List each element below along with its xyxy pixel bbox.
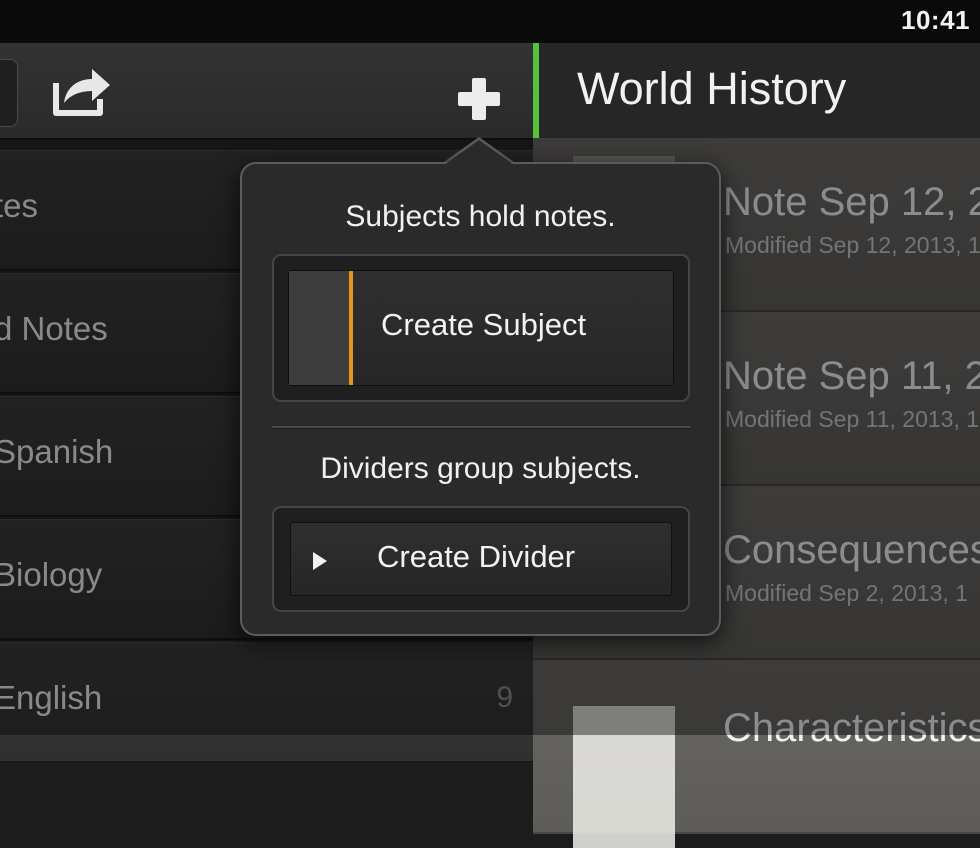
status-bar: 10:41 — [0, 0, 980, 43]
share-button[interactable] — [50, 61, 114, 117]
share-icon — [53, 69, 110, 116]
subject-color-stripe — [349, 271, 353, 385]
subject-title: World History — [577, 63, 847, 114]
create-subject-button[interactable]: Create Subject — [288, 270, 674, 386]
create-divider-button[interactable]: Create Divider — [290, 522, 672, 596]
subject-tab-preview — [289, 271, 349, 385]
add-button[interactable] — [455, 75, 503, 123]
create-divider-label: Create Divider — [377, 539, 576, 574]
subject-header: World History — [539, 43, 980, 138]
create-divider-card: Create Divider — [272, 506, 690, 612]
status-time: 10:41 — [901, 5, 970, 35]
dividers-caption: Dividers group subjects. — [320, 452, 641, 485]
create-subject-label: Create Subject — [381, 307, 587, 342]
popover-separator — [272, 426, 690, 429]
add-popover: Subjects hold notes. Create Subject Divi… — [240, 162, 721, 636]
subjects-caption: Subjects hold notes. — [345, 200, 616, 233]
popover-arrow-fill — [444, 140, 514, 165]
left-toolbar — [0, 43, 533, 140]
create-subject-card: Create Subject — [272, 254, 690, 402]
plus-icon — [458, 78, 500, 120]
disclosure-triangle-icon — [313, 552, 327, 570]
back-button[interactable] — [0, 59, 18, 127]
